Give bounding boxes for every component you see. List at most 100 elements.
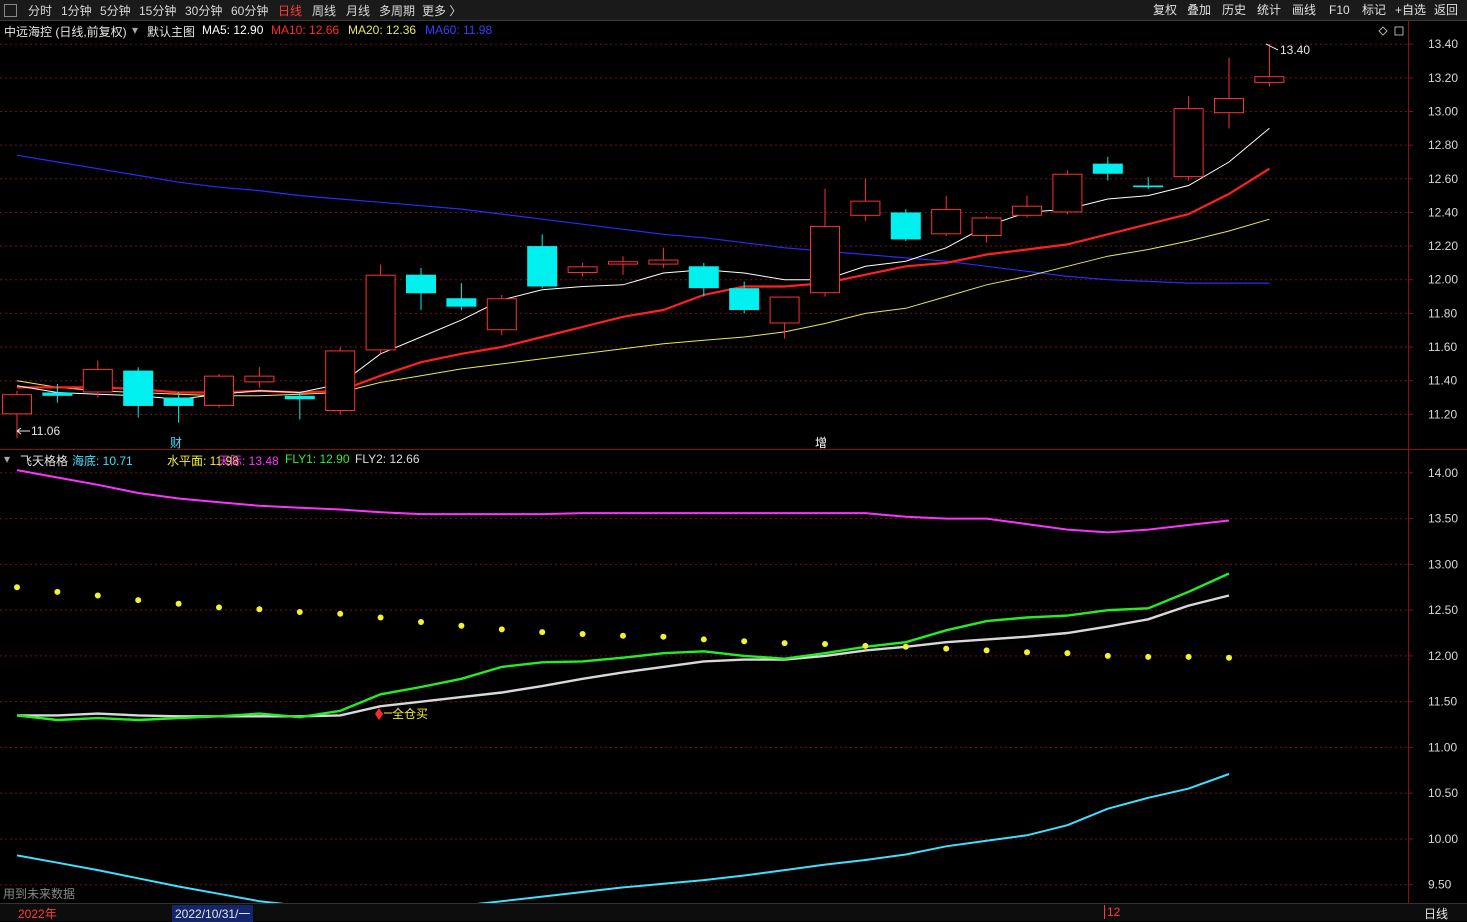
low-arrow-icon [16, 427, 30, 435]
y-tick-label: 12.40 [1428, 205, 1458, 219]
level-dot [902, 643, 909, 650]
buy-signal-arrow-icon [375, 708, 383, 720]
candle-body [527, 246, 558, 287]
candle-body [2, 394, 32, 415]
chart-area[interactable]: 13.40 13.20 13.00 12.80 12.60 12.40 12.20 12.00… [0, 20, 1467, 903]
sea-line [16, 773, 1230, 903]
level-dot [983, 647, 990, 654]
y-tick-label: 12.80 [1428, 138, 1458, 152]
candle-body [931, 209, 962, 235]
y-tick-label: 12.00 [1428, 273, 1458, 287]
level-dot [620, 632, 626, 639]
level-dot [296, 608, 303, 615]
period-tab-weekly[interactable]: 周线 [312, 2, 336, 19]
period-tab-60min[interactable]: 60分钟 [231, 2, 268, 19]
candle-body [971, 217, 1002, 237]
period-tab-daily[interactable]: 日线 [278, 2, 302, 19]
menu-icon[interactable] [4, 4, 17, 17]
level-dot [418, 619, 424, 626]
level-dot [781, 640, 788, 647]
level-dot [1064, 650, 1071, 657]
y-tick-label: 13.00 [1428, 557, 1458, 571]
candle-body [1052, 173, 1083, 213]
level-dot [660, 633, 667, 640]
candle-body [163, 397, 194, 406]
event-tag-zeng[interactable]: 增 [815, 436, 827, 450]
top-toolbar: 分时 1分钟 5分钟 15分钟 30分钟 60分钟 日线 周线 月线 多周期 更… [0, 0, 1467, 21]
period-tab-more[interactable]: 更多 〉 [422, 2, 461, 19]
candle-body [1254, 76, 1285, 83]
fly1-line [16, 572, 1230, 722]
main-y-axis: 13.40 13.20 13.00 12.80 12.60 12.40 12.20 12.00… [1408, 37, 1458, 421]
diamond-icon[interactable] [1378, 26, 1388, 36]
fuquan-button[interactable]: 复权 [1153, 0, 1177, 20]
month-marker: 12 [1104, 905, 1120, 919]
y-tick-label: 9.50 [1428, 878, 1452, 892]
high-price-label: 13.40 [1280, 43, 1310, 57]
y-tick-label: 13.40 [1428, 37, 1458, 51]
candle-body [729, 288, 760, 311]
period-tab-30min[interactable]: 30分钟 [185, 2, 222, 19]
y-tick-label: 12.20 [1428, 239, 1458, 253]
period-tab-5min[interactable]: 5分钟 [100, 2, 131, 19]
level-dot [1185, 653, 1192, 660]
panel-settings-icon[interactable] [1394, 26, 1404, 36]
y-tick-label: 11.80 [1428, 306, 1457, 320]
candle-body [204, 375, 234, 406]
candle-body [1133, 185, 1164, 188]
period-tab-monthly[interactable]: 月线 [346, 2, 370, 19]
y-tick-label: 11.40 [1428, 374, 1457, 388]
history-button[interactable]: 历史 [1222, 0, 1246, 20]
mark-button[interactable]: 标记 [1362, 0, 1386, 20]
level-dot [216, 604, 222, 611]
y-tick-label: 12.50 [1428, 603, 1458, 617]
candle-body [890, 212, 921, 240]
event-tag-cai[interactable]: 财 [170, 436, 182, 450]
level-dot [539, 629, 546, 636]
y-tick-label: 12.00 [1428, 649, 1458, 663]
bottom-date-bar: 2022年 2022/10/31/一 12 日线 [0, 903, 1467, 922]
period-indicator: 日线 [1424, 907, 1449, 921]
level-dot [822, 641, 828, 648]
y-tick-label: 13.20 [1428, 71, 1458, 85]
candle-body [769, 296, 800, 324]
y-tick-label: 11.60 [1428, 340, 1457, 354]
level-dot [54, 588, 61, 595]
candle-body [123, 370, 154, 406]
draw-line-button[interactable]: 画线 [1292, 0, 1316, 20]
buy-signal-label: 全仓买 [392, 706, 428, 721]
candle-body [1214, 98, 1244, 114]
overlay-button[interactable]: 叠加 [1187, 0, 1211, 20]
level-dot [337, 610, 344, 617]
high-arrow-icon [1265, 43, 1279, 51]
candle-body [608, 261, 638, 265]
candle-body [850, 200, 881, 216]
y-tick-label: 11.00 [1428, 740, 1457, 754]
stats-button[interactable]: 统计 [1257, 0, 1281, 20]
back-button[interactable]: 返回 [1434, 0, 1458, 20]
level-dot [498, 626, 505, 633]
add-watchlist-button[interactable]: +自选 [1395, 0, 1426, 20]
level-dot [377, 614, 384, 621]
level-dot [741, 638, 748, 645]
fly2-line [17, 594, 1230, 718]
sky-line [16, 469, 1230, 534]
period-tab-multi[interactable]: 多周期 [379, 2, 415, 19]
y-tick-label: 11.20 [1428, 407, 1457, 421]
level-dot [14, 584, 20, 591]
candle-body [82, 368, 113, 393]
candle-body [810, 225, 840, 294]
period-tab-15min[interactable]: 15分钟 [139, 2, 176, 19]
f10-button[interactable]: F10 [1329, 0, 1350, 20]
indicator-y-axis: 14.00 13.50 13.00 12.50 12.00 11.50 11.00 10.50… [1408, 466, 1458, 892]
date-cursor: 2022/10/31/一 [172, 905, 254, 922]
year-label: 2022年 [18, 907, 57, 921]
period-tab-fenshi[interactable]: 分时 [28, 2, 52, 19]
level-dot [943, 645, 950, 652]
candle-body [1173, 108, 1204, 178]
y-tick-label: 13.50 [1428, 512, 1458, 526]
candle-body [1092, 163, 1123, 174]
period-tab-1min[interactable]: 1分钟 [61, 2, 92, 19]
level-dot [1226, 654, 1232, 661]
candle-body [486, 298, 517, 331]
